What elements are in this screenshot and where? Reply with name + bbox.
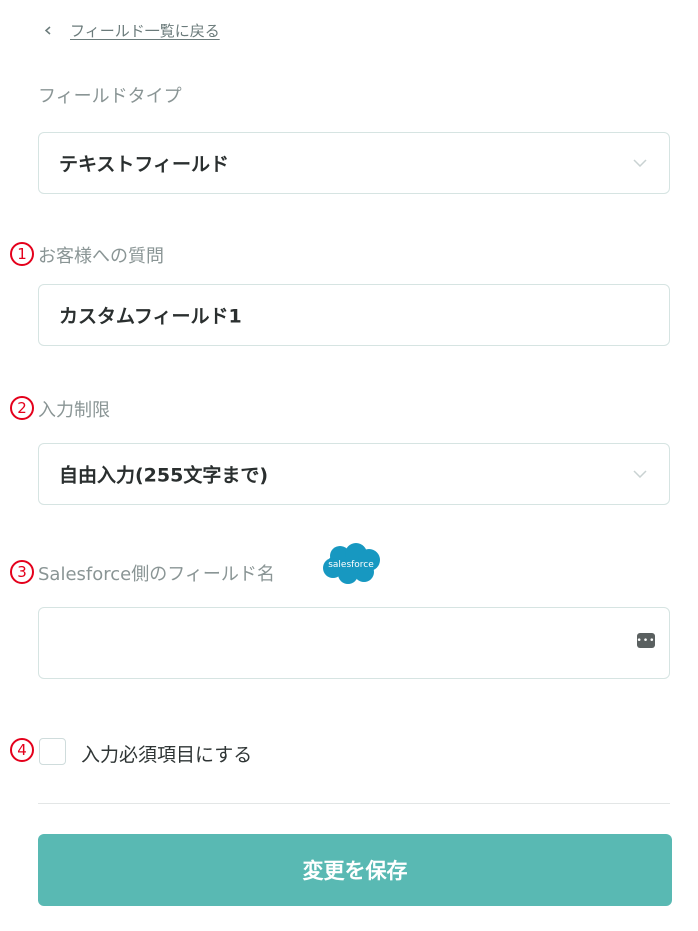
back-link[interactable]: フィールド一覧に戻る (44, 20, 220, 41)
question-value: カスタムフィールド1 (59, 305, 242, 328)
svg-text:salesforce: salesforce (328, 560, 374, 570)
salesforce-logo-icon: salesforce (323, 543, 380, 584)
field-type-select[interactable]: テキストフィールド (38, 132, 670, 194)
annotation-marker-1: 1 (10, 242, 34, 266)
annotation-marker-2: 2 (10, 396, 34, 420)
required-checkbox[interactable] (39, 738, 66, 765)
question-label: お客様への質問 (38, 246, 164, 267)
restriction-label: 入力制限 (38, 400, 110, 421)
annotation-marker-4: 4 (10, 738, 34, 762)
restriction-select[interactable]: 自由入力(255文字まで) (38, 443, 670, 505)
question-input[interactable]: カスタムフィールド1 (38, 284, 670, 346)
salesforce-field-label: Salesforce側のフィールド名 (38, 564, 275, 585)
annotation-marker-3: 3 (10, 560, 34, 584)
password-manager-icon[interactable]: ••• (637, 633, 655, 648)
restriction-value: 自由入力(255文字まで) (59, 464, 269, 487)
divider (38, 803, 670, 804)
salesforce-field-input[interactable]: ••• (38, 607, 670, 679)
back-link-label[interactable]: フィールド一覧に戻る (70, 20, 220, 41)
save-button[interactable]: 変更を保存 (38, 834, 672, 906)
required-label[interactable]: 入力必須項目にする (81, 740, 252, 767)
chevron-down-icon (633, 470, 647, 478)
field-type-value: テキストフィールド (59, 153, 230, 176)
field-type-label: フィールドタイプ (38, 86, 182, 107)
chevron-down-icon (633, 159, 647, 167)
chevron-left-icon (44, 26, 51, 35)
